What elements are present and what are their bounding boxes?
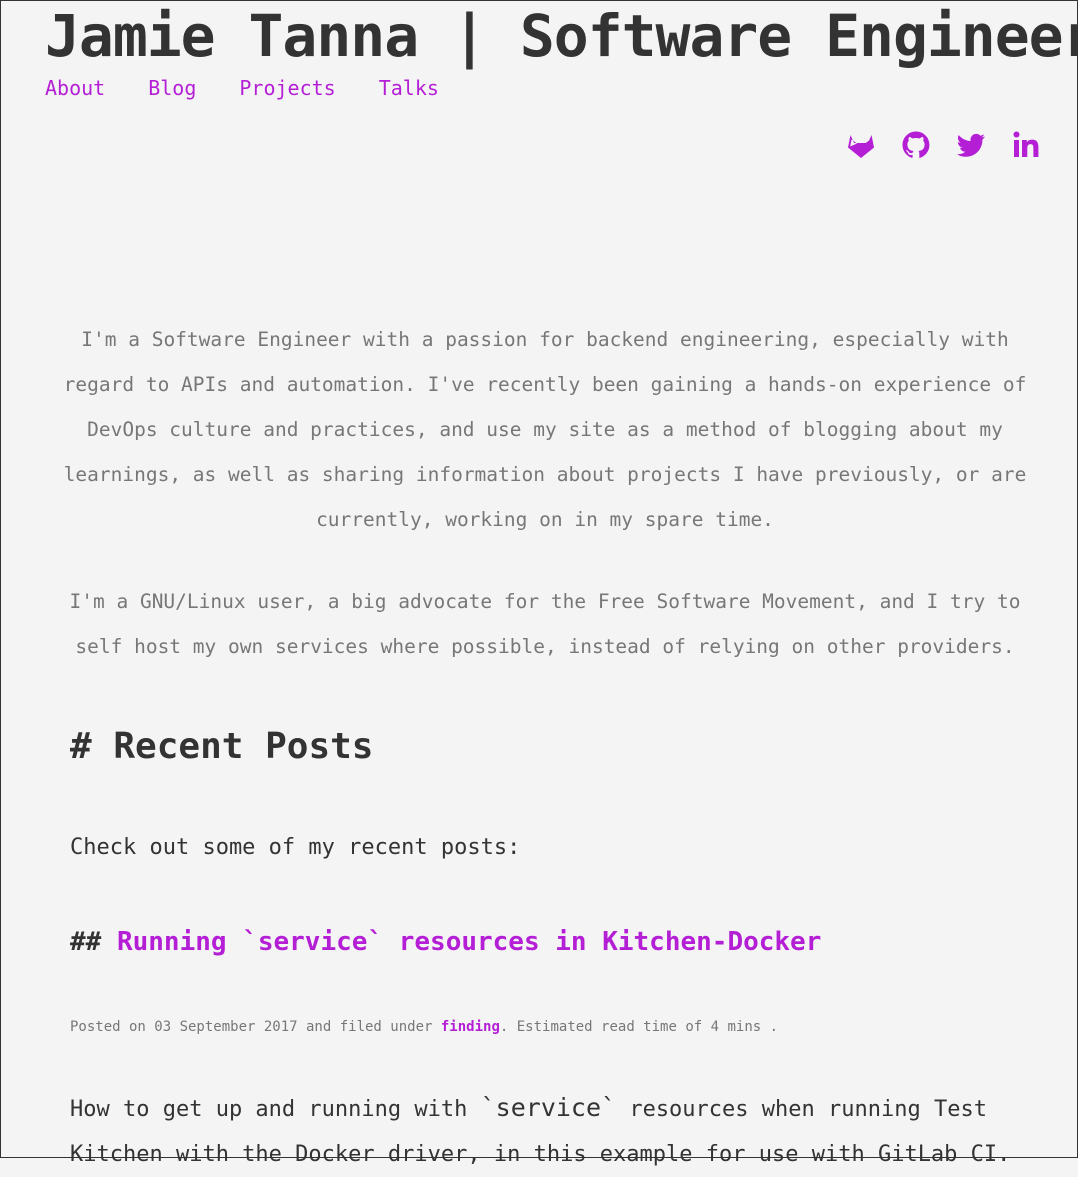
twitter-icon[interactable]: [955, 129, 990, 161]
recent-posts-heading: # Recent Posts: [70, 723, 373, 771]
nav-talks[interactable]: Talks: [379, 75, 439, 101]
post-meta-suffix: . Estimated read time of 4 mins .: [499, 1019, 779, 1035]
intro-paragraph-1: I'm a Software Engineer with a passion f…: [63, 328, 1027, 531]
post-title: ## Running `service` resources in Kitche…: [70, 923, 821, 961]
post-summary: How to get up and running with `service`…: [70, 1085, 1030, 1177]
post-title-link[interactable]: Running `service` resources in Kitchen-D…: [117, 927, 821, 957]
nav-projects[interactable]: Projects: [239, 75, 335, 101]
nav-blog[interactable]: Blog: [148, 75, 196, 101]
post-meta-prefix: Posted on 03 September 2017 and filed un…: [70, 1019, 441, 1035]
heading-text: Recent Posts: [113, 726, 374, 767]
site-title[interactable]: Jamie Tanna | Software Engineer: [45, 3, 1078, 69]
intro-paragraph-2: I'm a GNU/Linux user, a big advocate for…: [69, 590, 1021, 658]
summary-start: How to get up and running with: [70, 1097, 481, 1122]
post-category-link[interactable]: finding: [441, 1019, 500, 1035]
github-icon[interactable]: [900, 129, 935, 161]
main-nav: About Blog Projects Talks: [45, 75, 482, 101]
social-links: [845, 129, 1045, 161]
recent-posts-intro: Check out some of my recent posts:: [70, 835, 521, 860]
nav-about[interactable]: About: [45, 75, 105, 101]
gitlab-icon[interactable]: [845, 129, 880, 161]
summary-code: `service`: [480, 1093, 617, 1122]
post-title-hash: ##: [70, 927, 102, 957]
heading-hash: #: [70, 726, 92, 767]
post-meta: Posted on 03 September 2017 and filed un…: [70, 1017, 778, 1037]
linkedin-icon[interactable]: [1010, 129, 1045, 161]
